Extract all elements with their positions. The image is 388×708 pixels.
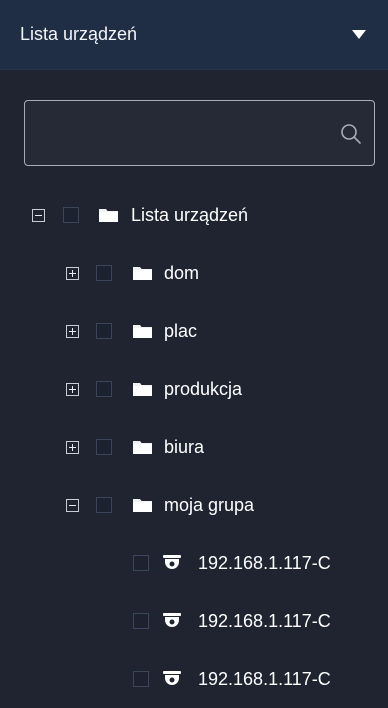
device-list-panel: Lista urządzeń Lista urządzeń dom plac p… [0,0,388,689]
tree-checkbox[interactable] [96,497,112,513]
folder-icon [99,209,118,222]
folder-icon [133,325,152,338]
device-tree: Lista urządzeń dom plac produkcja biura … [0,186,388,708]
tree-group-node[interactable]: plac [0,302,388,360]
tree-node-label[interactable]: moja grupa [164,495,254,516]
expand-icon[interactable] [66,324,79,338]
dome-camera-icon [163,555,181,569]
folder-icon [133,267,152,280]
tree-checkbox[interactable] [133,613,149,629]
tree-group-node[interactable]: dom [0,244,388,302]
tree-device-node[interactable]: 192.168.1.117-C [0,650,388,708]
folder-icon [133,499,152,512]
search-icon[interactable] [340,123,362,145]
dome-camera-icon [163,671,181,685]
panel-header[interactable]: Lista urządzeń [0,0,388,70]
tree-checkbox[interactable] [96,265,112,281]
folder-icon [133,383,152,396]
search-input[interactable] [25,101,339,167]
collapse-icon[interactable] [66,498,79,512]
tree-node-label[interactable]: Lista urządzeń [131,205,248,226]
tree-node-label[interactable]: plac [164,321,197,342]
expand-icon[interactable] [66,440,79,454]
tree-node-label[interactable]: 192.168.1.117-C [198,669,331,690]
tree-group-node[interactable]: produkcja [0,360,388,418]
tree-device-node[interactable]: 192.168.1.117-C [0,534,388,592]
tree-node-label[interactable]: dom [164,263,199,284]
expand-icon[interactable] [66,382,79,396]
tree-node-label[interactable]: produkcja [164,379,242,400]
expand-icon[interactable] [66,266,79,280]
tree-group-node[interactable]: moja grupa [0,476,388,534]
tree-checkbox[interactable] [96,381,112,397]
tree-checkbox[interactable] [133,671,149,687]
tree-checkbox[interactable] [133,555,149,571]
tree-checkbox[interactable] [96,439,112,455]
search-box [24,100,375,167]
panel-title: Lista urządzeń [20,24,138,44]
tree-root-node[interactable]: Lista urządzeń [0,186,388,244]
caret-down-icon[interactable] [352,30,366,39]
tree-node-label[interactable]: biura [164,437,204,458]
tree-group-node[interactable]: biura [0,418,388,476]
collapse-icon[interactable] [32,208,45,222]
tree-node-label[interactable]: 192.168.1.117-C [198,553,331,574]
folder-icon [133,441,152,454]
dome-camera-icon [163,613,181,627]
tree-checkbox[interactable] [63,207,79,223]
tree-device-node[interactable]: 192.168.1.117-C [0,592,388,650]
tree-checkbox[interactable] [96,323,112,339]
tree-node-label[interactable]: 192.168.1.117-C [198,611,331,632]
